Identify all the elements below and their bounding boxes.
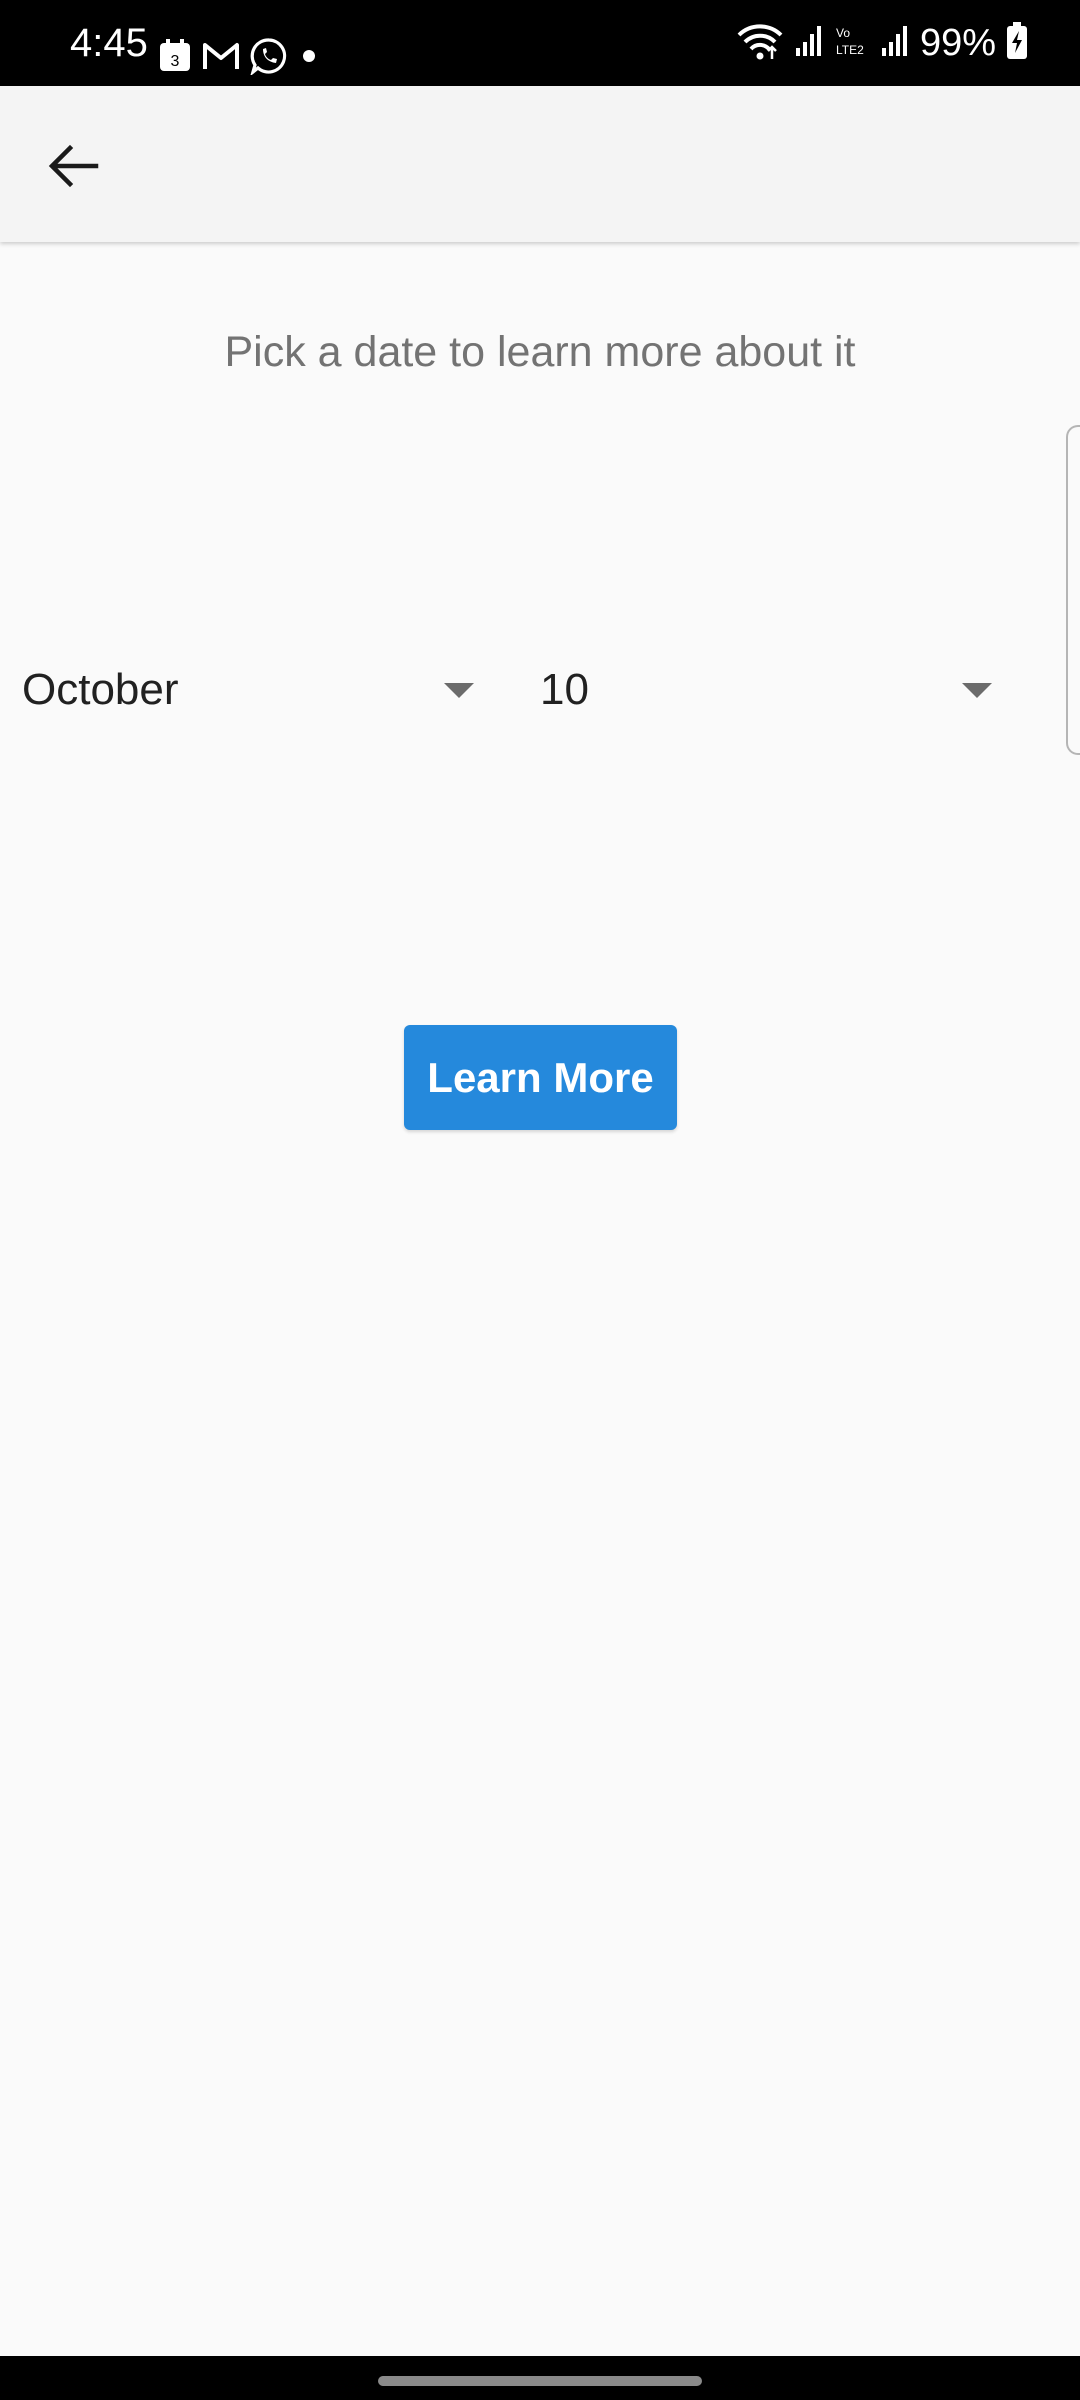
arrow-back-icon xyxy=(44,136,104,201)
side-edge-handle[interactable] xyxy=(1066,425,1080,755)
app-bar xyxy=(0,86,1080,242)
navigation-bar xyxy=(0,2356,1080,2400)
battery-charging-icon xyxy=(1006,21,1028,65)
caret-down-icon xyxy=(962,682,992,698)
signal-2-icon xyxy=(880,24,910,63)
whatsapp-icon xyxy=(250,37,288,80)
battery-percent: 99% xyxy=(919,22,996,64)
svg-text:Vo: Vo xyxy=(836,26,850,40)
calendar-icon: 3 xyxy=(158,38,192,78)
app-screen: 4:45 3 Vo LTE2 99% Pick a date to learn … xyxy=(0,0,1080,2400)
signal-icon xyxy=(794,24,824,63)
status-bar: 4:45 3 Vo LTE2 99% xyxy=(0,0,1080,86)
month-dropdown[interactable]: October xyxy=(22,650,474,730)
notification-icons: 3 xyxy=(158,37,320,80)
wifi-icon xyxy=(736,21,784,66)
dot-icon xyxy=(298,45,320,72)
learn-more-button[interactable]: Learn More xyxy=(404,1025,677,1130)
home-gesture-handle[interactable] xyxy=(378,2376,702,2386)
svg-text:3: 3 xyxy=(171,53,180,70)
caret-down-icon xyxy=(444,682,474,698)
svg-text:LTE2: LTE2 xyxy=(836,43,864,57)
back-button[interactable] xyxy=(34,128,114,208)
status-time: 4:45 xyxy=(70,21,148,65)
volte-icon: Vo LTE2 xyxy=(834,24,870,63)
status-right-icons: Vo LTE2 99% xyxy=(736,18,1028,68)
day-dropdown-value: 10 xyxy=(540,665,589,714)
gmail-icon xyxy=(202,40,240,77)
page-prompt: Pick a date to learn more about it xyxy=(224,328,856,376)
month-dropdown-value: October xyxy=(22,665,179,714)
day-dropdown[interactable]: 10 xyxy=(540,650,992,730)
